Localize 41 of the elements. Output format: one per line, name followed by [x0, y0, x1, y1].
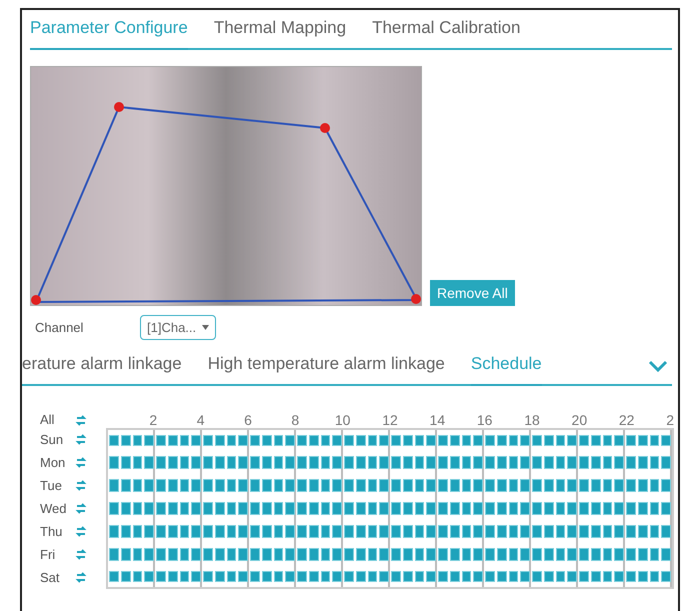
caret-icon	[202, 324, 210, 330]
day-label: Sat	[39, 569, 61, 587]
sync-icon[interactable]	[75, 414, 87, 426]
sync-icon[interactable]	[75, 456, 87, 469]
day-label: Fri	[39, 546, 56, 564]
channel-label: Channel	[34, 320, 84, 334]
hour-label: 10	[334, 412, 350, 428]
tab[interactable]: Thermal Calibration	[372, 17, 520, 50]
hour-label: 8	[291, 412, 300, 428]
hour-label: 16	[476, 412, 492, 428]
detection-area-polygon[interactable]	[31, 102, 421, 305]
sync-icon[interactable]	[75, 525, 87, 538]
hour-label: 18	[524, 412, 540, 428]
channel-dropdown[interactable]: [1]Cha...	[140, 314, 216, 340]
hour-label: 20	[572, 412, 588, 428]
hour-label: 2	[666, 412, 674, 428]
sync-icon[interactable]	[75, 433, 87, 446]
day-label: Wed	[39, 500, 68, 518]
sync-icon[interactable]	[75, 571, 87, 584]
day-label: Tue	[39, 477, 63, 495]
tab[interactable]: Schedule	[470, 354, 542, 386]
hour-label: 6	[244, 412, 252, 428]
hour-label: 14	[430, 412, 446, 428]
schedule-row[interactable]	[106, 428, 674, 451]
all-days-label: All	[39, 412, 56, 428]
tab[interactable]: Thermal Mapping	[214, 17, 346, 50]
day-label: Thu	[39, 523, 64, 541]
hour-label: 12	[382, 412, 398, 428]
day-label: Sun	[39, 431, 64, 449]
tab[interactable]: High temperature alarm linkage	[208, 354, 445, 386]
day-label: Mon	[39, 454, 66, 472]
tab[interactable]: erature alarm linkage	[22, 354, 182, 386]
sync-icon[interactable]	[75, 479, 87, 492]
sync-icon[interactable]	[75, 502, 87, 515]
sync-icon[interactable]	[75, 548, 87, 561]
hour-label: 4	[196, 412, 205, 428]
schedule-row[interactable]	[106, 566, 674, 589]
hour-label: 2	[149, 412, 158, 428]
tab[interactable]: Parameter Configure	[30, 17, 188, 50]
hour-label: 22	[618, 412, 634, 428]
chevron-down-icon[interactable]	[648, 360, 668, 372]
